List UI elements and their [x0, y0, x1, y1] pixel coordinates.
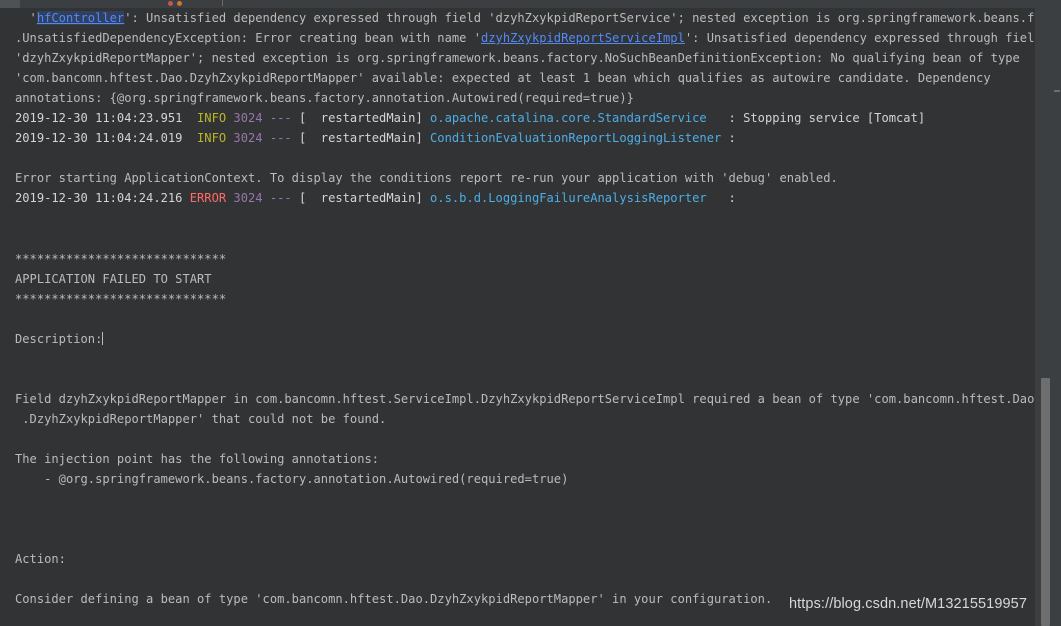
console-text-segment: :: [721, 131, 736, 146]
console-line: *****************************: [0, 249, 1035, 269]
console-output[interactable]: 'hfController': Unsatisfied dependency e…: [0, 8, 1035, 626]
console-text-segment: *****************************: [15, 291, 227, 306]
console-text-segment: 2019-12-30 11:04:24.019: [15, 131, 190, 146]
console-line: Description:: [0, 329, 1035, 349]
console-text-segment: ---: [262, 191, 292, 206]
console-text-segment: *****************************: [15, 251, 227, 266]
console-text-segment: : Stopping service [Tomcat]: [706, 111, 926, 126]
console-text-segment: o.s.b.d.LoggingFailureAnalysisReporter: [430, 191, 707, 206]
console-link[interactable]: hfController: [36, 11, 125, 25]
ide-toolbar-sliver: [0, 0, 1061, 8]
console-line: annotations: {@org.springframework.beans…: [0, 88, 1035, 108]
console-line: 2019-12-30 11:04:24.216 ERROR 3024 --- […: [0, 188, 1035, 208]
console-text-segment: Field dzyhZxykpidReportMapper in com.ban…: [15, 391, 1035, 406]
console-text-segment: 2019-12-30 11:04:24.216: [15, 191, 190, 206]
console-text-segment: Consider defining a bean of type 'com.ba…: [15, 592, 773, 607]
console-line: .DzyhZxykpidReportMapper' that could not…: [0, 409, 1035, 429]
run-console-panel: 'hfController': Unsatisfied dependency e…: [0, 0, 1061, 626]
console-line: Field dzyhZxykpidReportMapper in com.ban…: [0, 389, 1035, 409]
toolbar-left-group: [0, 0, 20, 8]
console-text-segment: 3024: [226, 131, 263, 146]
toolbar-divider: [222, 0, 223, 6]
console-text-segment: Action:: [15, 552, 66, 567]
console-text-segment: INFO: [189, 111, 227, 126]
console-line: Error starting ApplicationContext. To di…: [0, 168, 1035, 188]
stop-icon[interactable]: [168, 1, 173, 6]
console-line: APPLICATION FAILED TO START: [0, 269, 1035, 289]
text-caret: [102, 331, 104, 345]
console-text-segment: :: [706, 191, 736, 206]
console-text-segment: 3024: [226, 191, 263, 206]
console-text-segment: ': Unsatisfied dependency expressed thro…: [684, 31, 1035, 46]
console-line: Action:: [0, 549, 1035, 569]
console-text-segment: 2019-12-30 11:04:23.951: [15, 111, 190, 126]
console-line: - @org.springframework.beans.factory.ann…: [0, 469, 1035, 489]
console-line: 'com.bancomn.hftest.Dao.DzyhZxykpidRepor…: [0, 68, 1035, 88]
console-text-segment: ': Unsatisfied dependency expressed thro…: [124, 11, 1035, 25]
console-text-segment: Description:: [15, 331, 103, 346]
console-text-segment: - @org.springframework.beans.factory.ann…: [15, 472, 569, 487]
console-link[interactable]: dzyhZxykpidReportServiceImpl: [481, 31, 685, 45]
console-text-segment: Error starting ApplicationContext. To di…: [15, 171, 838, 186]
console-text-segment: 3024: [226, 111, 263, 126]
scrollbar-error-marker[interactable]: [1054, 90, 1060, 92]
console-text-segment: ERROR: [189, 191, 227, 206]
console-line: *****************************: [0, 289, 1035, 309]
console-text-segment: INFO: [189, 131, 227, 146]
console-text-segment: [ restartedMain]: [291, 191, 431, 206]
scrollbar-thumb[interactable]: [1041, 378, 1050, 626]
console-text-segment: [ restartedMain]: [291, 131, 431, 146]
console-text-segment: ---: [262, 131, 292, 146]
console-line: 2019-12-30 11:04:24.019 INFO 3024 --- [ …: [0, 128, 1035, 148]
console-scrollbar[interactable]: [1035, 8, 1061, 626]
console-text-segment: o.apache.catalina.core.StandardService: [430, 111, 707, 126]
console-text-segment: ': [15, 11, 37, 25]
console-line: .UnsatisfiedDependencyException: Error c…: [0, 28, 1035, 48]
console-text-segment: .DzyhZxykpidReportMapper' that could not…: [15, 411, 387, 426]
csdn-watermark: https://blog.csdn.net/M13215519957: [789, 596, 1027, 612]
console-line: The injection point has the following an…: [0, 449, 1035, 469]
console-text-segment: [ restartedMain]: [291, 111, 431, 126]
console-line: 2019-12-30 11:04:23.951 INFO 3024 --- [ …: [0, 108, 1035, 128]
console-text-segment: The injection point has the following an…: [15, 452, 380, 467]
console-text-segment: 'com.bancomn.hftest.Dao.DzyhZxykpidRepor…: [15, 71, 991, 86]
console-text-segment: 'dzyhZxykpidReportMapper'; nested except…: [15, 51, 1020, 66]
console-text-segment: ConditionEvaluationReportLoggingListener: [430, 131, 722, 146]
console-text-segment: .UnsatisfiedDependencyException: Error c…: [15, 31, 481, 46]
console-text-segment: annotations: {@org.springframework.beans…: [15, 91, 634, 106]
console-text-segment: ---: [262, 111, 292, 126]
console-line: 'dzyhZxykpidReportMapper'; nested except…: [0, 48, 1035, 68]
console-line: 'hfController': Unsatisfied dependency e…: [0, 8, 1035, 28]
console-text-segment: APPLICATION FAILED TO START: [15, 271, 212, 286]
rerun-icon[interactable]: [177, 1, 182, 6]
